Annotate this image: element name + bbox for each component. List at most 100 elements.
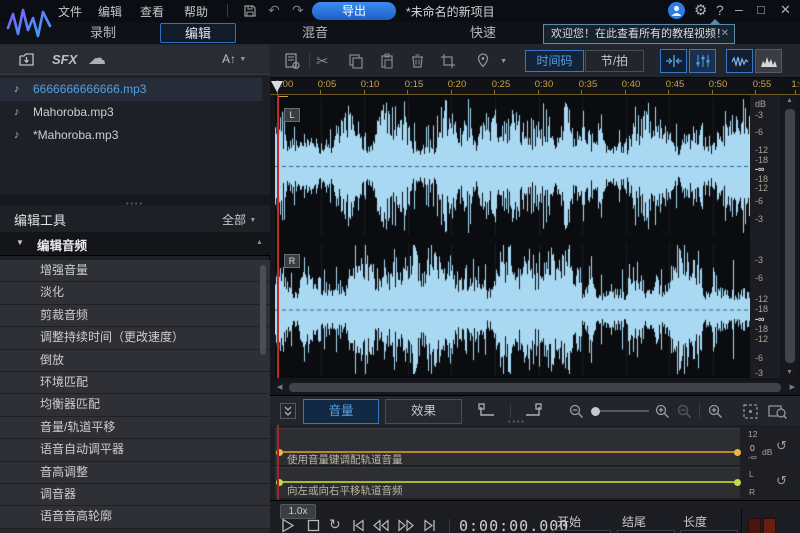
tool-item-fade[interactable]: 淡化 — [0, 282, 270, 305]
volume-reset-icon[interactable]: ↺ — [776, 438, 787, 454]
file-row[interactable]: ♪ *Mahoroba.mp3 — [0, 124, 262, 147]
tab-record[interactable]: 录制 — [65, 23, 141, 43]
save-project-icon[interactable] — [243, 4, 257, 18]
timeline-ruler[interactable]: 0:00 0:05 0:10 0:15 0:20 0:25 0:30 0:35 … — [270, 78, 800, 95]
zoom-in-icon[interactable] — [654, 403, 671, 420]
zoom-out-icon[interactable] — [568, 403, 585, 420]
cut-scissors-icon[interactable]: ✂ — [316, 52, 329, 70]
help-icon[interactable]: ? — [716, 2, 724, 18]
clip-properties-icon[interactable] — [284, 53, 301, 70]
skip-end-button[interactable] — [422, 518, 437, 533]
undo-icon[interactable]: ↶ — [268, 2, 280, 19]
tools-filter-dropdown[interactable]: 全部 ▼ — [222, 211, 256, 228]
scroll-right-icon[interactable]: ▶ — [790, 383, 795, 391]
file-row[interactable]: ♪ 6666666666666.mp3 — [0, 78, 262, 101]
zoom-out-vertical-icon[interactable] — [676, 403, 693, 420]
loop-button[interactable]: ↻ — [329, 516, 341, 533]
settings-gear-icon[interactable]: ⚙ — [694, 1, 707, 19]
cloud-icon[interactable]: ☁ — [88, 48, 106, 69]
playhead-head[interactable] — [271, 81, 283, 92]
beats-toggle-button[interactable]: 节/拍 — [585, 50, 644, 72]
waveform-canvas-l[interactable] — [275, 97, 753, 235]
tool-item-adjust-duration[interactable]: 调整持续时间（更改速度） — [0, 327, 270, 350]
prev-keyframe-icon[interactable] — [477, 402, 499, 420]
next-keyframe-icon[interactable] — [521, 402, 543, 420]
maximize-button[interactable]: □ — [757, 2, 765, 17]
tool-item-ambience-match[interactable]: 环境匹配 — [0, 371, 270, 395]
fast-forward-button[interactable] — [397, 518, 415, 533]
tools-section-header[interactable]: ▼ 编辑音频 ▲ — [0, 232, 270, 256]
close-button[interactable]: ✕ — [780, 2, 791, 18]
zoom-in-vertical-icon[interactable] — [707, 403, 724, 420]
menu-help[interactable]: 帮助 — [178, 0, 214, 23]
start-label: 开始 — [557, 515, 582, 529]
left-panel: SFX ☁ A↑ ▼ ▲ ♪ 6666666666666.mp3 ♪ Mahor… — [0, 45, 270, 533]
end-label: 结尾 — [622, 515, 647, 529]
stop-button[interactable] — [306, 518, 321, 533]
playback-speed-badge[interactable]: 1.0x — [280, 504, 316, 519]
collapse-panel-icon[interactable] — [280, 403, 296, 419]
zoom-slider[interactable] — [591, 406, 649, 416]
export-button[interactable]: 导出 — [312, 2, 396, 20]
import-media-icon[interactable] — [18, 51, 36, 68]
pan-reset-icon[interactable]: ↺ — [776, 473, 787, 489]
trim-crop-icon[interactable] — [440, 53, 456, 69]
scroll-up-icon[interactable]: ▲ — [786, 97, 793, 104]
horizontal-scroll-thumb[interactable] — [289, 383, 781, 392]
marker-pin-icon — [477, 53, 489, 68]
scroll-left-icon[interactable]: ◀ — [277, 383, 282, 391]
fit-project-icon[interactable] — [742, 403, 759, 420]
volume-keyframe-row[interactable]: 使用音量键调配轨道音量 — [275, 428, 741, 466]
pan-keyframe-row[interactable]: 向左或向右平移轨道音频 — [275, 467, 741, 498]
scroll-down-icon[interactable]: ▼ — [786, 369, 793, 376]
tab-effect[interactable]: 效果 — [385, 399, 462, 424]
panel-splitter[interactable]: •••• — [0, 195, 270, 208]
sort-button[interactable]: A↑ ▼ — [222, 52, 246, 66]
tab-volume[interactable]: 音量 — [303, 399, 379, 424]
minimize-button[interactable]: – — [735, 1, 743, 17]
sfx-button[interactable]: SFX — [52, 52, 77, 67]
tool-item-voice-pitch-contour[interactable]: 语音音高轮廓 — [0, 506, 270, 529]
file-row[interactable]: ♪ Mahoroba.mp3 — [0, 101, 262, 124]
vertical-scrollbar[interactable]: ▲ ▼ — [782, 95, 797, 378]
copy-icon[interactable] — [348, 53, 364, 69]
welcome-close-icon[interactable]: ✕ — [721, 25, 729, 43]
redo-icon[interactable]: ↷ — [292, 2, 304, 19]
tool-item-eq-match[interactable]: 均衡器匹配 — [0, 394, 270, 417]
tab-mix[interactable]: 混音 — [277, 23, 353, 43]
rewind-button[interactable] — [372, 518, 390, 533]
timecode-toggle-button[interactable]: 时间码 — [525, 50, 584, 72]
delete-trash-icon[interactable] — [410, 53, 425, 69]
tools-scrollbar[interactable] — [260, 265, 266, 355]
tools-scroll-up-icon[interactable]: ▲ — [256, 239, 263, 246]
spectrum-view-button[interactable] — [755, 49, 782, 73]
tab-quick[interactable]: 快速 — [445, 23, 521, 43]
menu-edit[interactable]: 编辑 — [92, 0, 128, 23]
tool-item-tuner[interactable]: 调音器 — [0, 483, 270, 507]
pan-keyframe-end[interactable] — [734, 478, 741, 486]
horizontal-scrollbar[interactable]: ◀ ▶ — [275, 381, 797, 394]
zoom-slider-knob[interactable] — [591, 406, 600, 416]
account-avatar[interactable] — [668, 2, 685, 19]
tool-item-pitch-adjust[interactable]: 音高调整 — [0, 461, 270, 484]
tool-item-trim-audio[interactable]: 剪裁音频 — [0, 304, 270, 328]
skip-start-button[interactable] — [351, 518, 366, 533]
tab-edit[interactable]: 编辑 — [160, 23, 236, 43]
zoom-selection-icon[interactable] — [768, 403, 787, 420]
marker-dropdown[interactable]: ▼ — [475, 52, 507, 71]
paste-icon[interactable] — [379, 53, 395, 69]
volume-keyframe-end[interactable] — [734, 448, 741, 456]
playhead-line[interactable] — [277, 95, 279, 378]
vertical-scroll-thumb[interactable] — [784, 109, 795, 363]
tool-item-auto-leveler[interactable]: 语音自动调平器 — [0, 439, 270, 462]
tool-item-reverse[interactable]: 倒放 — [0, 349, 270, 372]
waveform-area[interactable]: L R — [275, 95, 753, 378]
waveform-canvas-r[interactable] — [275, 243, 753, 376]
snap-align-button[interactable] — [660, 49, 687, 73]
tool-item-boost-volume[interactable]: 增强音量 — [0, 260, 270, 283]
waveform-view-button[interactable] — [726, 49, 753, 73]
play-button[interactable] — [280, 518, 296, 533]
mixer-panel-button[interactable] — [689, 49, 716, 73]
tool-item-volume-pan[interactable]: 音量/轨道平移 — [0, 416, 270, 440]
menu-view[interactable]: 查看 — [134, 0, 170, 23]
